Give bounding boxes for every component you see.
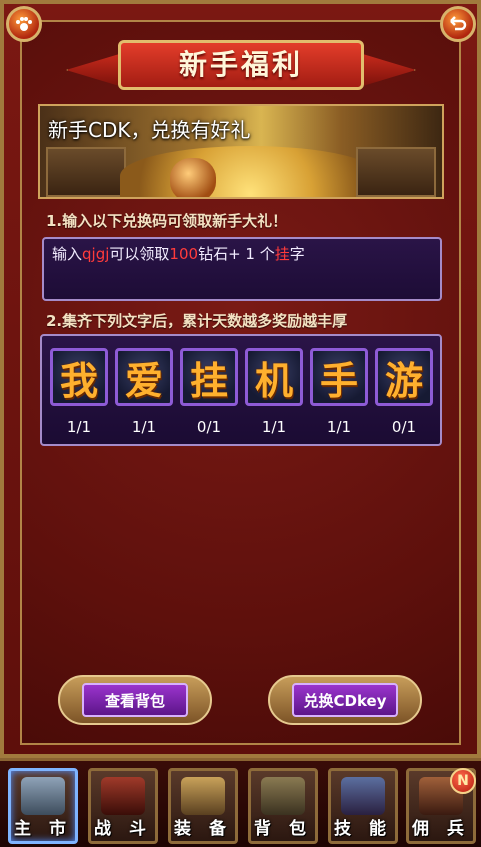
char-count: 1/1 <box>326 418 352 436</box>
section1-title: 1.输入以下兑换码可领取新手大礼！ <box>46 212 288 230</box>
new-badge: N <box>450 768 476 794</box>
nav-equipment[interactable]: 装 备 <box>168 768 238 844</box>
nav-label: 主 市 <box>14 819 72 839</box>
nav-label: 战 斗 <box>94 819 152 839</box>
gold-pile-image <box>120 146 380 197</box>
redeem-cdkey-button[interactable]: 兑换CDkey <box>292 683 398 717</box>
char-count: 1/1 <box>261 418 287 436</box>
char-count: 0/1 <box>391 418 417 436</box>
nav-label: 技 能 <box>334 819 392 839</box>
char-tile[interactable]: 爱 <box>115 348 173 406</box>
char-glyph: 手 <box>319 357 358 403</box>
char-count: 0/1 <box>196 418 222 436</box>
view-bag-button-frame: 查看背包 <box>58 675 212 725</box>
nav-label: 佣 兵 <box>412 819 470 839</box>
view-bag-button[interactable]: 查看背包 <box>82 683 188 717</box>
char-count: 1/1 <box>66 418 92 436</box>
char-glyph: 我 <box>59 357 98 403</box>
cdk-instruction-box: 输入qjgj可以领取100钻石+ 1 个挂字 <box>42 237 442 301</box>
char-tile[interactable]: 挂 <box>180 348 238 406</box>
nav-skills[interactable]: 技 能 <box>328 768 398 844</box>
char-tile[interactable]: 手 <box>310 348 368 406</box>
char-count: 1/1 <box>131 418 157 436</box>
return-arrow-icon <box>450 16 467 31</box>
char-tile[interactable]: 机 <box>245 348 303 406</box>
crossed-swords-icon <box>101 777 145 815</box>
paw-menu-button[interactable] <box>6 6 42 42</box>
back-button[interactable] <box>440 6 476 42</box>
redeem-button-frame: 兑换CDkey <box>268 675 422 725</box>
collect-chars-panel: 我 1/1 爱 1/1 挂 0/1 机 1/1 手 1/1 游 0/1 <box>40 334 442 446</box>
paw-icon <box>16 17 32 31</box>
nav-label: 背 包 <box>254 819 312 839</box>
page-title: 新手福利 <box>118 40 364 90</box>
treasure-chest-icon <box>356 147 436 197</box>
nav-label: 装 备 <box>174 819 232 839</box>
char-glyph: 爱 <box>124 357 163 403</box>
gold-pot-image <box>170 158 216 197</box>
armor-icon <box>181 777 225 815</box>
reward-char: 挂 <box>274 245 290 263</box>
instruction-prefix: 输入 <box>52 245 83 263</box>
section2-title: 2.集齐下列文字后，累计天数越多奖励越丰厚 <box>46 312 348 330</box>
nav-battle[interactable]: 战 斗 <box>88 768 158 844</box>
nav-backpack[interactable]: 背 包 <box>248 768 318 844</box>
char-glyph: 机 <box>254 357 293 403</box>
char-tile[interactable]: 我 <box>50 348 108 406</box>
instruction-mid: 可以领取 <box>109 245 170 263</box>
treasure-chest-icon <box>46 147 126 197</box>
cdk-code[interactable]: qjgj <box>82 245 109 263</box>
castle-icon <box>21 777 65 815</box>
spellbook-icon <box>341 777 385 815</box>
char-glyph: 游 <box>384 357 423 403</box>
char-tile[interactable]: 游 <box>375 348 433 406</box>
instruction-end: 字 <box>289 245 305 263</box>
reward-amount: 100 <box>169 245 199 263</box>
nav-main-city[interactable]: 主 市 <box>8 768 78 844</box>
char-glyph: 挂 <box>189 357 228 403</box>
instruction-after: 钻石+ 1 个 <box>198 245 275 263</box>
cdk-banner: 新手CDK，兑换有好礼 <box>38 104 444 199</box>
banner-text: 新手CDK，兑换有好礼 <box>48 118 251 142</box>
backpack-icon <box>261 777 305 815</box>
